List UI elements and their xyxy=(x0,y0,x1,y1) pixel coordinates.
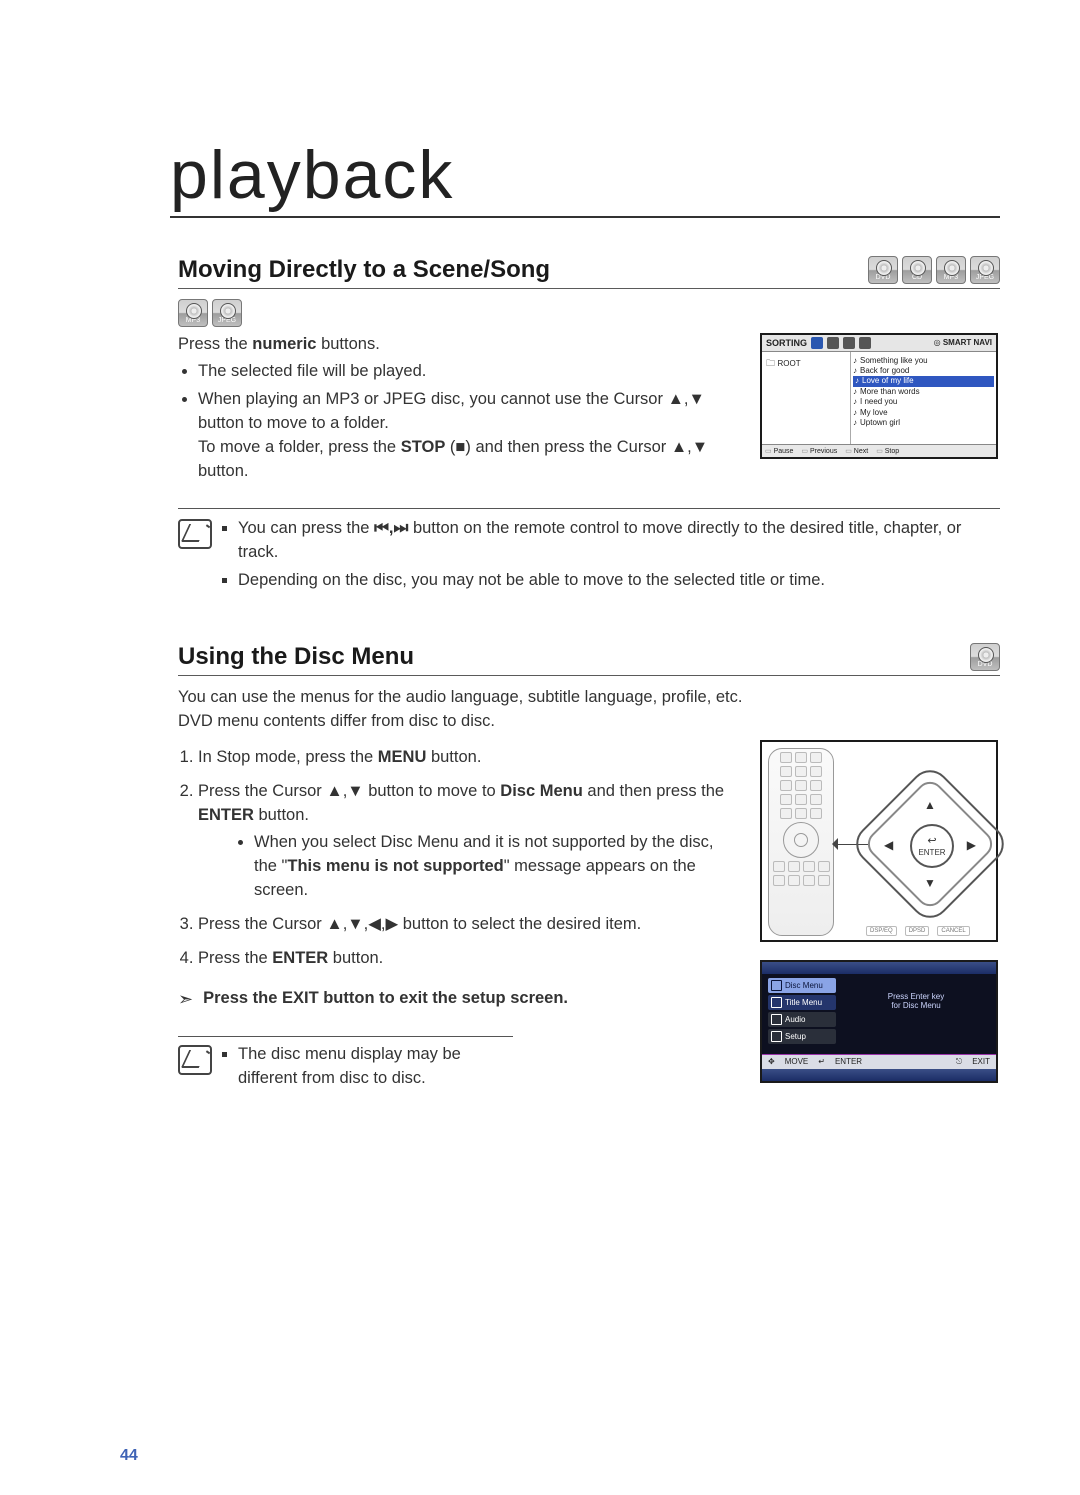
btn-next-label: Next xyxy=(845,447,868,455)
smart-navi-label: ◎ SMART NAVI xyxy=(934,338,992,347)
format-dvd-icon: DVD xyxy=(868,256,898,284)
step-1: In Stop mode, press the MENU button. xyxy=(198,746,736,770)
osd-message-1: Press Enter key xyxy=(842,992,990,1001)
sort-label: SORTING xyxy=(766,338,807,348)
bullet-folder-move: When playing an MP3 or JPEG disc, you ca… xyxy=(198,388,736,484)
osd-message-2: for Disc Menu xyxy=(842,1001,990,1010)
osd-tab-audio: Audio xyxy=(768,1012,836,1027)
tip-arrow-icon: ➣ xyxy=(178,987,193,1012)
osd-enter-label: ENTER xyxy=(835,1057,862,1067)
disc-menu-intro-2: DVD menu contents differ from disc to di… xyxy=(178,710,1000,734)
track-item: Back for good xyxy=(853,366,994,376)
format-dvd-icon: DVD xyxy=(970,643,1000,671)
chapter-title: playback xyxy=(170,136,1000,218)
btn-pause-label: Pause xyxy=(765,447,793,455)
track-item-selected: Love of my life xyxy=(853,376,994,386)
osd-tab-setup: Setup xyxy=(768,1029,836,1044)
tab-music-icon xyxy=(811,337,823,349)
tab-photo-icon xyxy=(827,337,839,349)
note-icon xyxy=(178,1045,212,1075)
section-moving-directly: Moving Directly to a Scene/Song DVD CD M… xyxy=(178,256,1000,597)
osd-disc-menu: Disc Menu Title Menu Audio Setup Press E… xyxy=(760,960,998,1083)
disc-menu-intro-1: You can use the menus for the audio lang… xyxy=(178,686,1000,710)
osd-exit-label: EXIT xyxy=(972,1057,990,1067)
tab-movie-icon xyxy=(843,337,855,349)
remote-outline xyxy=(768,748,834,936)
note-skip-buttons: You can press the ⏮,⏭ button on the remo… xyxy=(238,517,1000,565)
arrow-left-icon: ◀ xyxy=(884,838,893,852)
section-disc-menu: Using the Disc Menu DVD You can use the … xyxy=(178,643,1000,1095)
arrow-down-icon: ▼ xyxy=(924,876,936,890)
note-disc-limit: Depending on the disc, you may not be ab… xyxy=(238,569,1000,593)
remote-sublabels: DSP/EQDPSDCANCEL xyxy=(866,926,970,936)
btn-previous-label: Previous xyxy=(801,447,837,455)
arrow-up-icon: ▲ xyxy=(924,798,936,812)
track-item: I need you xyxy=(853,397,994,407)
enter-dpad: ENTER ▲ ▼ ◀ ▶ xyxy=(872,786,988,902)
enter-button-icon: ENTER xyxy=(910,824,954,868)
track-item: My love xyxy=(853,408,994,418)
note-icon xyxy=(178,519,212,549)
track-item: More than words xyxy=(853,387,994,397)
format-badges: DVD CD MP3 JPEG xyxy=(868,256,1000,284)
format-mp3-icon: MP3 xyxy=(936,256,966,284)
step-2-sub: When you select Disc Menu and it is not … xyxy=(254,831,736,903)
folder-root: ROOT xyxy=(766,356,846,372)
page-number: 44 xyxy=(120,1447,138,1465)
format-mp3-icon: MP3 xyxy=(178,299,208,327)
track-item: Something like you xyxy=(853,356,994,366)
osd-move-label: MOVE xyxy=(785,1057,809,1067)
section-title: Moving Directly to a Scene/Song xyxy=(178,256,550,284)
arrow-right-icon: ▶ xyxy=(967,838,976,852)
format-cd-icon: CD xyxy=(902,256,932,284)
tab-all-icon xyxy=(859,337,871,349)
intro-line: Press the numeric buttons. xyxy=(178,333,736,357)
format-jpeg-icon: JPEG xyxy=(212,299,242,327)
track-item: Uptown girl xyxy=(853,418,994,428)
note-display-diff: The disc menu display may be different f… xyxy=(238,1043,474,1091)
btn-stop-label: Stop xyxy=(876,447,899,455)
step-4: Press the ENTER button. xyxy=(198,947,736,971)
osd-tab-title-menu: Title Menu xyxy=(768,995,836,1010)
player-screen-navi: SORTING ◎ SMART NAVI ROOT Something like… xyxy=(760,333,998,459)
bullet-selected-file: The selected file will be played. xyxy=(198,360,736,384)
tip-exit: Press the EXIT button to exit the setup … xyxy=(203,989,568,1007)
remote-diagram: ENTER ▲ ▼ ◀ ▶ DSP/EQDPSDCANCEL xyxy=(760,740,998,942)
step-3: Press the Cursor ▲,▼,◀,▶ button to selec… xyxy=(198,913,736,937)
format-jpeg-icon: JPEG xyxy=(970,256,1000,284)
section-title: Using the Disc Menu xyxy=(178,643,414,671)
osd-tab-disc-menu: Disc Menu xyxy=(768,978,836,993)
step-2: Press the Cursor ▲,▼ button to move to D… xyxy=(198,780,736,904)
